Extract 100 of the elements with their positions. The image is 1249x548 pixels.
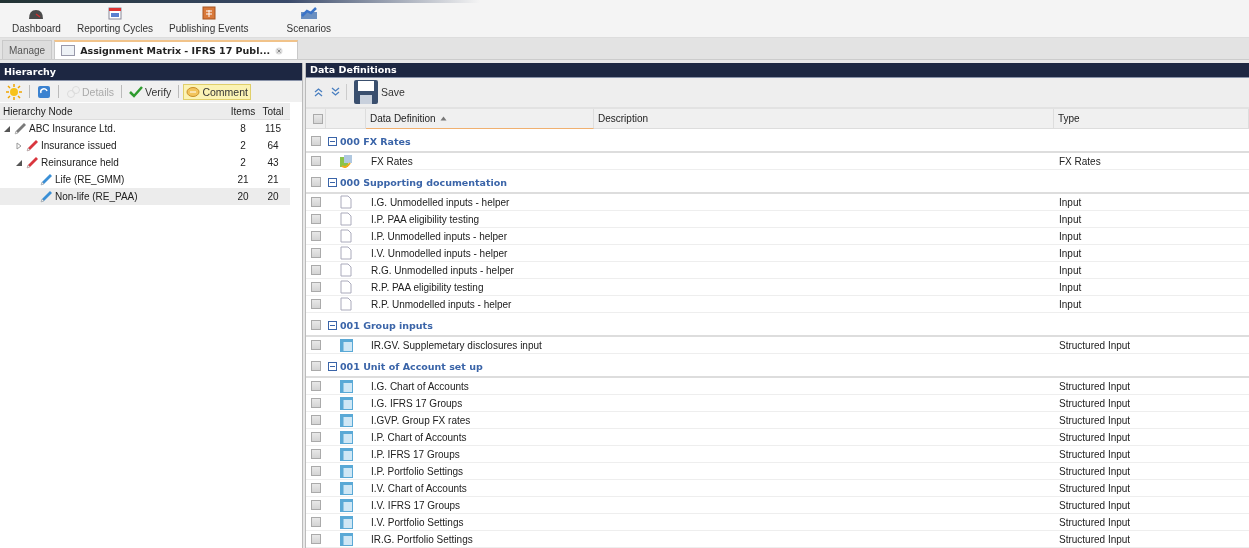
checkbox[interactable] — [311, 136, 321, 146]
checkbox[interactable] — [311, 415, 321, 425]
checkbox[interactable] — [311, 534, 321, 544]
toolbar-button[interactable]: Publishing Events — [169, 6, 249, 34]
node-name: Life (RE_GMM) — [55, 174, 125, 185]
table-cell: I.GVP. Group FX rates — [366, 412, 594, 429]
checkbox[interactable] — [311, 214, 321, 224]
checkbox[interactable] — [311, 500, 321, 510]
table-cell-text: 20 — [236, 191, 250, 202]
table-cell: Structured Input — [1054, 446, 1249, 463]
tree-row[interactable]: Reinsurance held 2 43 — [0, 154, 290, 171]
table-icon — [339, 430, 353, 444]
checkbox[interactable] — [311, 381, 321, 391]
group-row[interactable]: 001 Unit of Account set up — [306, 356, 1249, 378]
checkbox[interactable] — [311, 282, 321, 292]
table-cell: I.P. IFRS 17 Groups — [366, 446, 594, 463]
table-cell: I.G. IFRS 17 Groups — [366, 395, 594, 412]
tree-row[interactable]: Life (RE_GMM) 21 21 — [0, 171, 290, 188]
document-icon — [340, 263, 352, 277]
double-down-arrow-icon — [331, 87, 340, 98]
checkbox[interactable] — [311, 197, 321, 207]
checkbox[interactable] — [311, 265, 321, 275]
group-row[interactable]: 000 Supporting documentation — [306, 172, 1249, 194]
speech-bubble-icon — [186, 85, 201, 98]
checkbox[interactable] — [311, 361, 321, 371]
column-header[interactable]: Hierarchy Node — [0, 105, 228, 117]
document-icon — [340, 229, 352, 243]
table-cell: I.P. Portfolio Settings — [366, 463, 594, 480]
table-cell: I.P. Unmodelled inputs - helper — [366, 228, 594, 245]
toolbar-button[interactable]: Scenarios — [286, 6, 332, 34]
table-cell: I.P. Chart of Accounts — [366, 429, 594, 446]
sun-button[interactable] — [3, 81, 25, 102]
checkbox[interactable] — [311, 483, 321, 493]
toolbar-button[interactable]: Dashboard — [12, 8, 61, 34]
column-header[interactable]: Total — [258, 105, 288, 117]
sun-icon — [6, 83, 22, 100]
column-header[interactable]: Items — [228, 105, 258, 117]
checkbox[interactable] — [311, 340, 321, 350]
toolbar-button[interactable]: Verify — [126, 83, 175, 100]
checkbox[interactable] — [311, 248, 321, 258]
checkbox[interactable] — [311, 231, 321, 241]
table-cell: I.G. Unmodelled inputs - helper — [366, 194, 594, 211]
calendar-icon — [108, 6, 122, 20]
checkbox[interactable] — [311, 449, 321, 459]
checkbox[interactable] — [311, 320, 321, 330]
tree-row[interactable]: Non-life (RE_PAA) 20 20 — [0, 188, 290, 205]
document-icon — [340, 297, 352, 311]
panel-title: Hierarchy — [0, 63, 302, 81]
checkmark-icon — [129, 85, 144, 98]
table-cell: Structured Input — [1054, 514, 1249, 531]
table-icon — [339, 481, 353, 495]
table-icon — [339, 464, 353, 478]
document-icon — [340, 280, 352, 294]
expand-all-button[interactable] — [314, 87, 323, 98]
table-cell-text: 21 — [236, 174, 250, 185]
table-cell-text: 115 — [264, 123, 282, 134]
table-cell: I.V. Chart of Accounts — [366, 480, 594, 497]
column-header[interactable]: Type — [1054, 109, 1249, 129]
save-button[interactable]: Save — [353, 79, 405, 106]
table-icon — [339, 379, 353, 393]
tree-row[interactable]: Insurance issued 2 64 — [0, 137, 290, 154]
table-cell: Structured Input — [1054, 429, 1249, 446]
checkbox[interactable] — [311, 432, 321, 442]
table-cell: R.G. Unmodelled inputs - helper — [366, 262, 594, 279]
toolbar-button[interactable]: Comment — [183, 83, 251, 100]
table-icon — [339, 515, 353, 529]
table-cell: Structured Input — [1054, 463, 1249, 480]
tab[interactable]: Manage — [2, 40, 53, 59]
column-header[interactable]: Data Definition — [366, 109, 594, 129]
board-icon — [201, 6, 216, 20]
node-name: Reinsurance held — [41, 157, 119, 168]
group-row[interactable]: 000 FX Rates — [306, 131, 1249, 153]
collapse-all-button[interactable] — [331, 87, 340, 98]
checkbox[interactable] — [311, 299, 321, 309]
table-cell-text: 43 — [266, 157, 280, 168]
table-cell: R.P. PAA eligibility testing — [366, 279, 594, 296]
money-icon — [339, 154, 353, 168]
tree-row[interactable]: ABC Insurance Ltd. 8 115 — [0, 120, 290, 137]
table-cell: IR.GV. Supplemetary disclosures input — [366, 337, 594, 354]
tab[interactable]: Assignment Matrix - IFRS 17 Publ... — [54, 40, 299, 59]
table-cell-text: 21 — [266, 174, 280, 185]
node-name: Insurance issued — [41, 140, 117, 151]
checkbox[interactable] — [311, 517, 321, 527]
refresh-icon — [37, 84, 51, 99]
table-cell: Input — [1054, 194, 1249, 211]
column-header[interactable]: Description — [594, 109, 1054, 129]
checkbox[interactable] — [311, 156, 321, 166]
checkbox[interactable] — [312, 113, 323, 124]
checkbox[interactable] — [311, 398, 321, 408]
checkbox[interactable] — [311, 177, 321, 187]
table-cell: I.P. PAA eligibility testing — [366, 211, 594, 228]
table-cell: Input — [1054, 279, 1249, 296]
table-cell: Input — [1054, 296, 1249, 313]
close-icon — [275, 46, 284, 55]
group-row[interactable]: 001 Group inputs — [306, 315, 1249, 337]
toolbar-button[interactable]: Reporting Cycles — [76, 6, 154, 34]
table-cell: Structured Input — [1054, 395, 1249, 412]
checkbox[interactable] — [311, 466, 321, 476]
table-cell: FX Rates — [1054, 153, 1249, 170]
table-cell-text: 20 — [266, 191, 280, 202]
